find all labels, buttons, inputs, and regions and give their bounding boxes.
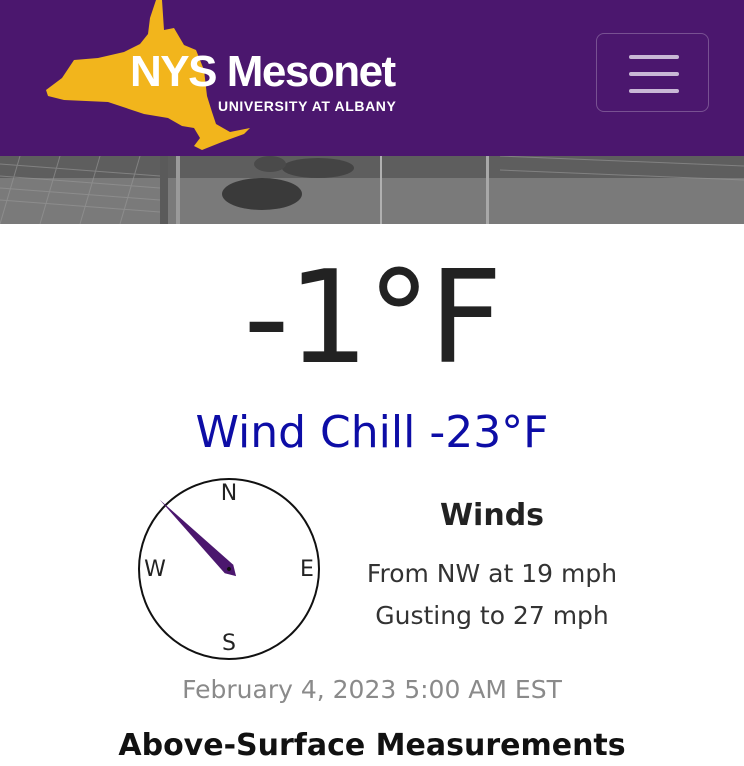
observation-timestamp: February 4, 2023 5:00 AM EST (182, 675, 562, 704)
logo-title-mesonet: Mesonet (226, 47, 396, 96)
logo-subtitle: UNIVERSITY AT ALBANY (218, 98, 397, 114)
compass-south-label: S (222, 631, 236, 656)
hamburger-icon-bar-top (629, 55, 679, 59)
nys-mesonet-logo[interactable]: NYS Mesonet UNIVERSITY AT ALBANY (44, 0, 397, 156)
wind-chill: Wind Chill -23°F (195, 407, 549, 458)
menu-toggle-button[interactable] (596, 33, 709, 112)
compass-west-label: W (144, 557, 166, 582)
winds-title: Winds (439, 498, 545, 533)
logo-title-nys: NYS (130, 47, 217, 96)
hamburger-icon-bar-middle (629, 72, 679, 76)
webcam-scene (0, 156, 744, 224)
section-heading-above-surface: Above-Surface Measurements (118, 728, 626, 763)
site-header: NYS Mesonet UNIVERSITY AT ALBANY (0, 0, 744, 156)
logo-title: NYS Mesonet (130, 47, 396, 96)
compass-north-label: N (221, 481, 237, 506)
winds-gusts: Gusting to 27 mph (375, 601, 609, 630)
station-webcam-image (0, 156, 744, 224)
wind-compass: N E S W (138, 478, 320, 660)
current-temperature: -1°F (243, 244, 502, 393)
compass-east-label: E (300, 557, 314, 582)
winds-from: From NW at 19 mph (366, 559, 618, 588)
hamburger-icon-bar-bottom (629, 89, 679, 93)
